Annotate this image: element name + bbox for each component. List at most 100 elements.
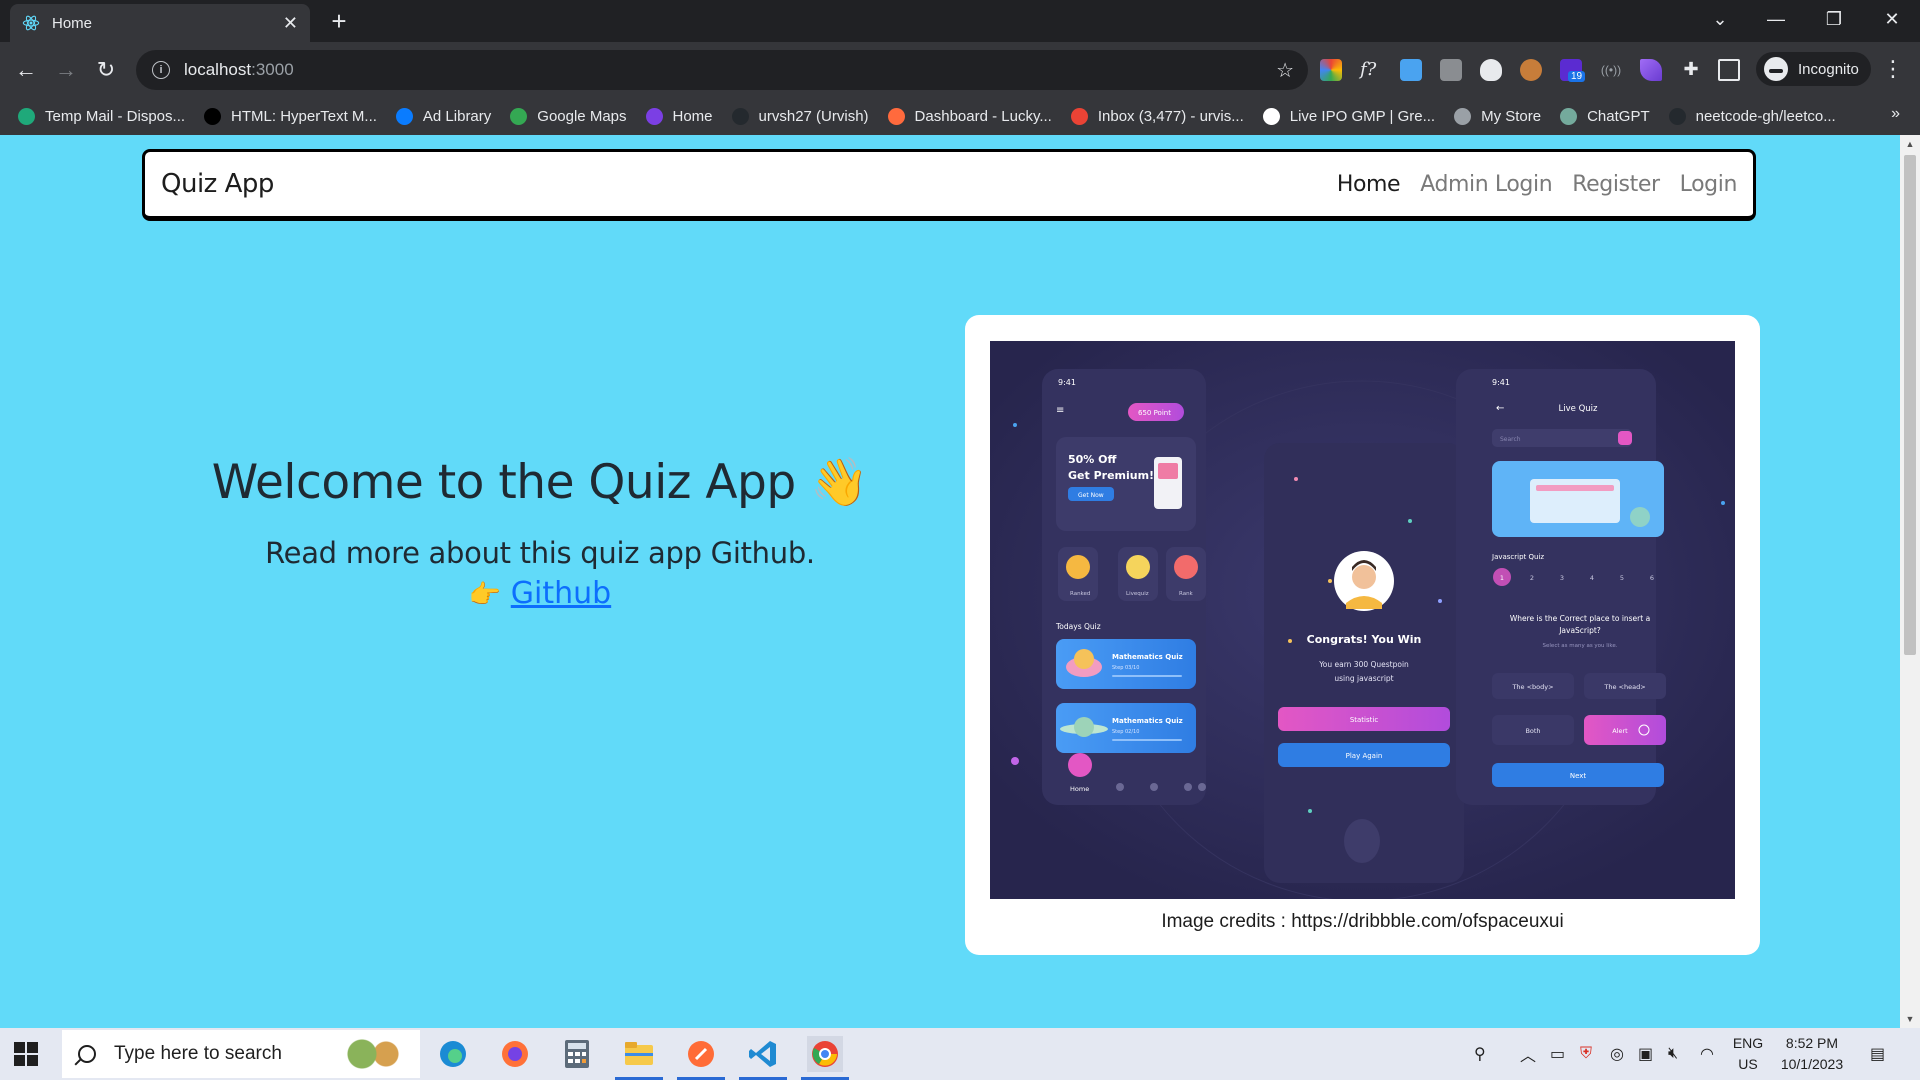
incognito-profile-button[interactable]: Incognito	[1756, 52, 1871, 86]
forward-icon[interactable]: →	[50, 54, 82, 86]
nav-link-login[interactable]: Login	[1680, 172, 1738, 197]
firefox-icon[interactable]	[497, 1036, 533, 1072]
bookmark-item[interactable]: ChatGPT	[1560, 107, 1650, 125]
hero-subtitle: Read more about this quiz app Github.	[265, 536, 815, 570]
speaker-muted-icon[interactable]: 🔇︎	[1668, 1028, 1678, 1080]
bookmark-item[interactable]: Dashboard - Lucky...	[887, 107, 1052, 125]
left-phone-time: 9:41	[1058, 378, 1076, 387]
nav-link-home[interactable]: Home	[1337, 172, 1401, 197]
bookmark-item[interactable]: Inbox (3,477) - urvis...	[1070, 107, 1244, 125]
congrats-message-2: using javascript	[1334, 674, 1393, 683]
bookmark-favicon-icon	[1560, 107, 1578, 125]
next-button: Next	[1570, 772, 1587, 780]
camera-extension-icon[interactable]	[1440, 59, 1462, 81]
new-tab-icon[interactable]: +	[324, 6, 354, 36]
bookmark-item[interactable]: Home	[645, 107, 713, 125]
site-navbar: Quiz App Home Admin Login Register Login	[142, 149, 1756, 221]
bookmark-star-icon[interactable]: ☆	[1276, 58, 1294, 83]
chrome-icon[interactable]	[801, 1036, 849, 1080]
input-language[interactable]: ENG US	[1730, 1033, 1766, 1075]
bookmarks-overflow-icon[interactable]: »	[1891, 105, 1900, 123]
bookmark-item[interactable]: HTML: HyperText M...	[204, 107, 377, 125]
bookmark-item[interactable]: Google Maps	[510, 107, 627, 125]
battery-icon[interactable]: ▭	[1550, 1028, 1565, 1080]
broadcast-extension-icon[interactable]: ((•))	[1600, 59, 1622, 81]
tab-search-chevron-icon[interactable]: ⌄	[1692, 0, 1748, 38]
hero-title: Welcome to the Quiz App 👋	[0, 455, 1080, 510]
side-panel-icon[interactable]	[1718, 59, 1740, 81]
puzzle-extensions-icon[interactable]: ✚	[1680, 59, 1702, 81]
bookmark-label: Inbox (3,477) - urvis...	[1097, 107, 1244, 125]
people-icon[interactable]: ⚲	[1474, 1028, 1486, 1080]
file-explorer-icon[interactable]	[615, 1036, 663, 1080]
bookmark-favicon-icon	[731, 107, 749, 125]
bookmark-item[interactable]: Live IPO GMP | Gre...	[1262, 107, 1435, 125]
bookmark-item[interactable]: My Store	[1454, 107, 1542, 125]
close-tab-icon[interactable]: ✕	[283, 13, 298, 34]
address-bar[interactable]: i localhost:3000 ☆	[136, 50, 1308, 90]
github-link[interactable]: Github	[511, 576, 611, 611]
url-port: :3000	[251, 60, 294, 79]
calculator-icon[interactable]	[559, 1036, 595, 1072]
nav-links: Home Admin Login Register Login	[1317, 172, 1738, 197]
taskbar-search[interactable]: Type here to search	[62, 1030, 420, 1078]
bookmark-favicon-icon	[1668, 107, 1686, 125]
points-badge: 650 Point	[1138, 409, 1171, 417]
site-info-icon[interactable]: i	[152, 61, 170, 79]
minimize-icon[interactable]: —	[1748, 0, 1804, 38]
option-both: Both	[1525, 727, 1540, 735]
system-clock[interactable]: 8:52 PM 10/1/2023	[1772, 1033, 1852, 1075]
browser-tab[interactable]: Home ✕	[10, 4, 310, 42]
bookmark-item[interactable]: Temp Mail - Dispos...	[18, 107, 185, 125]
edge-icon[interactable]	[435, 1036, 471, 1072]
question-number-6: 6	[1650, 574, 1654, 582]
bookmark-favicon-icon	[510, 107, 528, 125]
incognito-icon	[1764, 57, 1788, 81]
notifications-icon[interactable]: ▤	[1870, 1028, 1885, 1080]
restore-icon[interactable]: ❐	[1806, 0, 1862, 38]
promo-line-1: 50% Off	[1068, 453, 1117, 466]
ghost-extension-icon[interactable]	[1480, 59, 1502, 81]
question-number-4: 4	[1590, 574, 1594, 582]
vscode-icon[interactable]	[739, 1036, 787, 1080]
feather-extension-icon[interactable]	[1640, 59, 1662, 81]
bookmark-item[interactable]: neetcode-gh/leetco...	[1668, 107, 1836, 125]
brand-logo-text[interactable]: Quiz App	[161, 169, 274, 199]
wifi-icon[interactable]: ◠	[1700, 1028, 1714, 1080]
webcam-icon[interactable]: ◎	[1610, 1028, 1624, 1080]
nav-link-admin-login[interactable]: Admin Login	[1420, 172, 1552, 197]
image-credits: Image credits : https://dribbble.com/ofs…	[1161, 911, 1564, 932]
nav-link-register[interactable]: Register	[1572, 172, 1660, 197]
promo-line-2: Get Premium!	[1068, 469, 1154, 482]
scroll-down-icon[interactable]: ▼	[1904, 1014, 1916, 1024]
postman-icon[interactable]	[677, 1036, 725, 1080]
reload-icon[interactable]: ↻	[90, 54, 122, 86]
cookie-extension-icon[interactable]	[1520, 59, 1542, 81]
toolbar: ← → ↻ i localhost:3000 ☆ f? 19 ((•)) ✚ I…	[0, 42, 1920, 97]
bookmark-favicon-icon	[395, 107, 413, 125]
color-picker-extension-icon[interactable]	[1320, 59, 1342, 81]
download-extension-icon[interactable]	[1400, 59, 1422, 81]
security-icon[interactable]: ⛨	[1580, 1028, 1592, 1080]
font-extension-icon[interactable]: f?	[1360, 59, 1382, 81]
tag-extension-icon[interactable]: 19	[1560, 59, 1586, 82]
bookmark-label: My Store	[1481, 107, 1542, 125]
bookmark-item[interactable]: urvsh27 (Urvish)	[731, 107, 869, 125]
scrollbar-thumb[interactable]	[1904, 155, 1916, 655]
show-hidden-icons-chevron-icon[interactable]: ︿	[1520, 1028, 1536, 1080]
back-icon[interactable]: ←	[10, 54, 42, 86]
display-icon[interactable]: ▣	[1638, 1028, 1653, 1080]
search-icon	[78, 1045, 96, 1063]
question-hint: Select as many as you like.	[1543, 643, 1618, 649]
bookmark-label: Home	[672, 107, 713, 125]
scroll-up-icon[interactable]: ▲	[1904, 139, 1916, 149]
incognito-label: Incognito	[1798, 60, 1859, 78]
more-menu-icon[interactable]: ⋮	[1882, 56, 1904, 82]
bookmark-item[interactable]: Ad Library	[395, 107, 491, 125]
page-scrollbar[interactable]: ▲ ▼	[1900, 135, 1920, 1028]
windows-start-icon[interactable]	[14, 1042, 38, 1066]
bookmark-label: urvsh27 (Urvish)	[758, 107, 869, 125]
mockup-illustration: 9:41 ≡ 650 Point 50% Off Get Premium! Ge…	[990, 341, 1735, 899]
quiz-1-title: Mathematics Quiz	[1112, 653, 1183, 661]
close-window-icon[interactable]: ✕	[1864, 0, 1920, 38]
